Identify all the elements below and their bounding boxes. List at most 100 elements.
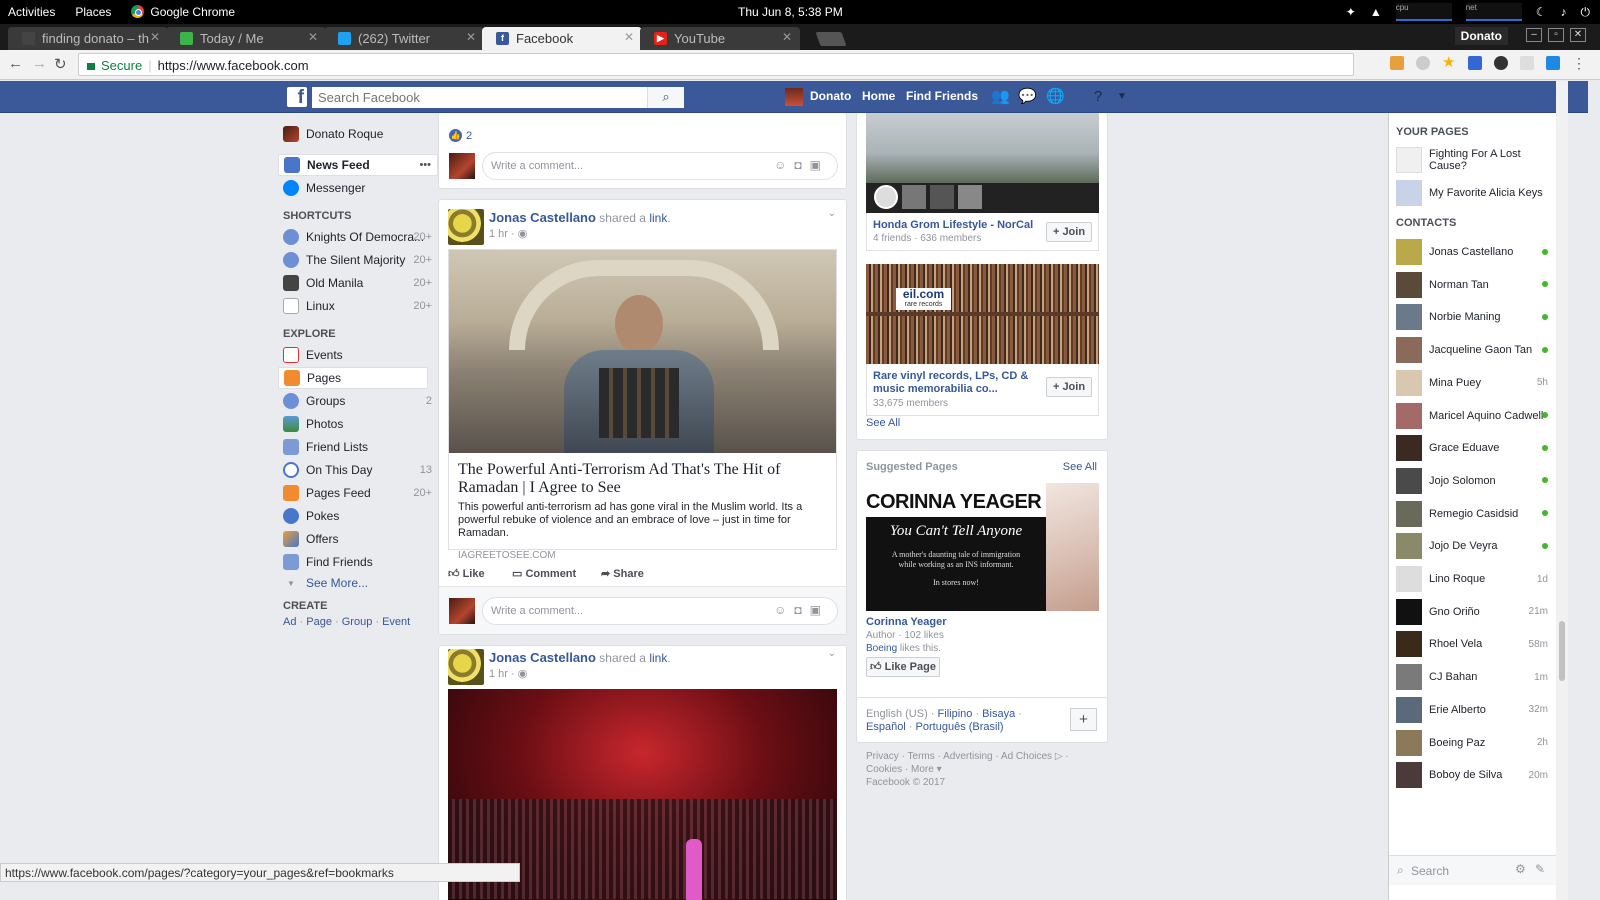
see-all-pages-link[interactable]: See All (1063, 461, 1097, 473)
contact-row[interactable]: Mina Puey 5h (1396, 369, 1551, 396)
comment-input[interactable]: Write a comment... ☺◘▣ (482, 152, 838, 180)
bookmark-star-icon[interactable]: ★ (1442, 55, 1456, 70)
sidebar-item-shortcut[interactable]: The Silent Majority 20+ (283, 249, 438, 271)
friend-requests-icon[interactable]: 👥 (991, 88, 1010, 106)
volume-icon[interactable]: ♪ (1561, 5, 1567, 19)
sidebar-item-shortcut[interactable]: Old Manila 20+ (283, 272, 438, 294)
app-menu[interactable]: Google Chrome (131, 5, 235, 19)
language-link[interactable]: Bisaya (982, 708, 1015, 720)
language-link[interactable]: Filipino (938, 708, 973, 720)
tab-finding-donato[interactable]: finding donato – th ✕ (8, 27, 168, 50)
tab-youtube[interactable]: ▶ YouTube ✕ (640, 27, 800, 50)
reload-icon[interactable]: ↻ (54, 55, 67, 73)
extension-icon[interactable] (1416, 56, 1430, 70)
close-icon[interactable]: ✕ (466, 30, 476, 44)
group-cover-image[interactable] (866, 113, 1099, 213)
contact-row[interactable]: Maricel Aquino Cadwell (1396, 402, 1551, 429)
sidebar-item-groups[interactable]: Groups 2 (283, 390, 438, 412)
contact-row[interactable]: Jojo De Veyra (1396, 533, 1551, 560)
maximize-icon[interactable]: ▫ (1548, 28, 1564, 42)
liker-link[interactable]: Boeing (866, 643, 897, 654)
page-cover-image[interactable]: CORINNA YEAGER You Can't Tell Anyone A m… (866, 483, 1099, 611)
see-more-label[interactable]: See More... (306, 576, 368, 590)
activities-button[interactable]: Activities (8, 5, 55, 19)
sidebar-item-pages-feed[interactable]: Pages Feed 20+ (283, 482, 438, 504)
back-icon[interactable]: ← (8, 55, 23, 72)
extension-icon[interactable] (1494, 56, 1508, 70)
footer-link[interactable]: Privacy (866, 751, 899, 762)
contact-row[interactable]: Rhoel Vela 58m (1396, 631, 1551, 658)
contact-row[interactable]: Norman Tan (1396, 271, 1551, 298)
sidebar-item-friend-lists[interactable]: Friend Lists (283, 436, 438, 458)
group-name[interactable]: Rare vinyl records, LPs, CD & music memo… (873, 370, 1038, 396)
language-link[interactable]: Português (Brasil) (916, 721, 1004, 733)
extension-icon[interactable] (1546, 56, 1560, 70)
page-row[interactable]: Fighting For A Lost Cause? (1396, 147, 1551, 173)
url-bar[interactable]: Secure | https://www.facebook.com (78, 53, 1354, 76)
add-language-button[interactable]: + (1070, 708, 1097, 731)
sidebar-item-photos[interactable]: Photos (283, 413, 438, 435)
close-icon[interactable]: ✕ (624, 30, 634, 44)
contact-row[interactable]: Lino Roque 1d (1396, 566, 1551, 592)
sidebar-item-pages[interactable]: Pages (278, 367, 428, 389)
post-link[interactable]: link (649, 211, 667, 225)
footer-link[interactable]: Cookies (866, 764, 902, 775)
gear-icon[interactable]: ⚙ (1515, 862, 1526, 876)
avatar[interactable] (448, 649, 484, 685)
comment-input[interactable]: Write a comment... ☺◘▣ (482, 597, 838, 625)
sidebar-item-news-feed[interactable]: News Feed ••• (278, 154, 438, 176)
sidebar-item-shortcut[interactable]: Linux 20+ (283, 295, 438, 317)
post-author[interactable]: Jonas Castellano (489, 650, 596, 665)
join-group-button[interactable]: + Join (1046, 222, 1092, 242)
post-time[interactable]: 1 hr · ◉ (489, 227, 527, 240)
contact-row[interactable]: Boeing Paz 2h (1396, 729, 1551, 756)
footer-link[interactable]: Ad Choices (1001, 751, 1052, 762)
footer-link[interactable]: More (911, 764, 934, 775)
forward-icon[interactable]: → (32, 55, 47, 72)
close-window-icon[interactable]: ✕ (1570, 28, 1586, 42)
tab-today-me[interactable]: Today / Me ✕ (166, 27, 326, 50)
sidebar-item-shortcut[interactable]: Knights Of Democra... 20+ (283, 226, 438, 248)
sidebar-item-on-this-day[interactable]: On This Day 13 (283, 459, 438, 481)
comment-attach-icons[interactable]: ☺◘▣ (774, 158, 829, 172)
group-cover-image[interactable]: eil.com rare records (866, 264, 1099, 364)
post-options-chevron-icon[interactable]: ⌄ (828, 208, 836, 219)
extension-icon[interactable] (1390, 56, 1404, 70)
page-row[interactable]: My Favorite Alicia Keys (1396, 180, 1551, 206)
sidebar-item-profile[interactable]: Donato Roque (283, 123, 438, 145)
find-friends-link[interactable]: Find Friends (906, 89, 978, 103)
post-link[interactable]: link (649, 651, 667, 665)
language-link[interactable]: Español (866, 721, 906, 733)
close-icon[interactable]: ✕ (150, 30, 160, 44)
contact-row[interactable]: Boboy de Silva 20m (1396, 762, 1551, 789)
caret-down-icon[interactable]: ▼ (1113, 88, 1131, 106)
messenger-icon[interactable]: 💬 (1018, 88, 1037, 106)
footer-link[interactable]: Advertising (943, 751, 992, 762)
tab-facebook[interactable]: f Facebook ✕ (482, 27, 642, 50)
tab-twitter[interactable]: (262) Twitter ✕ (324, 27, 484, 50)
create-group-link[interactable]: Group (342, 616, 373, 628)
page-scrollbar[interactable] (1556, 81, 1568, 900)
search-button[interactable]: ⌕ (647, 87, 684, 108)
clock[interactable]: Thu Jun 8, 5:38 PM (738, 5, 843, 19)
post-author[interactable]: Jonas Castellano (489, 210, 596, 225)
avatar[interactable] (785, 88, 803, 106)
footer-link[interactable]: Terms (908, 751, 935, 762)
search-input[interactable] (312, 87, 647, 108)
sidebar-item-find-friends[interactable]: Find Friends (283, 551, 438, 573)
contact-row[interactable]: Remegio Casidsid (1396, 500, 1551, 527)
like-button[interactable]: 👍︎ Like (448, 567, 485, 580)
sidebar-item-pokes[interactable]: Pokes (283, 505, 438, 527)
scrollbar-thumb[interactable] (1559, 621, 1565, 681)
avatar[interactable] (448, 209, 484, 245)
more-options-icon[interactable]: ••• (419, 159, 431, 171)
notifications-globe-icon[interactable]: 🌐 (1046, 88, 1065, 106)
facebook-logo[interactable]: f (287, 87, 307, 108)
power-icon[interactable]: ⏻ (1581, 5, 1591, 20)
chat-search-input[interactable]: Search (1411, 864, 1449, 878)
comment-button[interactable]: ▭ Comment (512, 567, 576, 580)
sidebar-item-offers[interactable]: Offers (283, 528, 438, 550)
sidebar-item-events[interactable]: Events (283, 344, 438, 366)
contact-row[interactable]: Jonas Castellano (1396, 239, 1551, 265)
group-name[interactable]: Honda Grom Lifestyle - NorCal (873, 219, 1033, 231)
